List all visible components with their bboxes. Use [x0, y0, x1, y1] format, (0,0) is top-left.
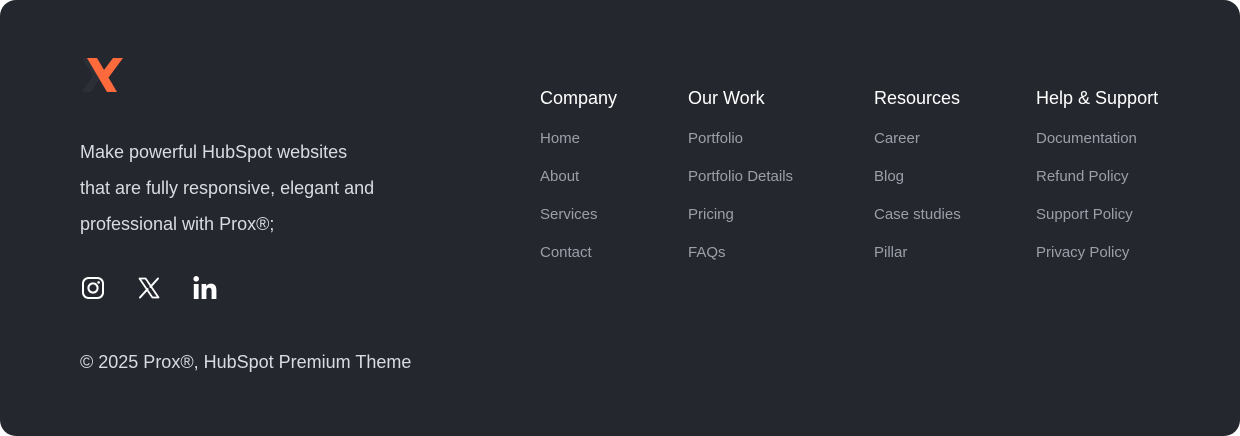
column-heading: Help & Support [1036, 88, 1159, 108]
footer-link-portfolio[interactable]: Portfolio [688, 130, 793, 168]
footer-column-company: Company Home About Services Contact [540, 86, 617, 282]
footer-link-case-studies[interactable]: Case studies [874, 206, 961, 244]
brand-tagline: Make powerful HubSpot websites that are … [80, 134, 410, 242]
instagram-icon[interactable] [80, 274, 106, 302]
tagline-line: professional with Prox®; [80, 214, 275, 234]
footer-link-about[interactable]: About [540, 168, 617, 206]
footer-link-pricing[interactable]: Pricing [688, 206, 793, 244]
copyright-text: © 2025 Prox®, HubSpot Premium Theme [80, 352, 412, 372]
social-links [80, 274, 218, 302]
tagline-line: Make powerful HubSpot websites [80, 142, 348, 162]
site-footer: Make powerful HubSpot websites that are … [0, 0, 1240, 436]
x-twitter-icon[interactable] [136, 274, 162, 302]
footer-link-services[interactable]: Services [540, 206, 617, 244]
footer-link-contact[interactable]: Contact [540, 244, 617, 282]
footer-link-documentation[interactable]: Documentation [1036, 130, 1158, 168]
column-heading: Our Work [688, 88, 765, 108]
column-heading: Resources [874, 88, 961, 108]
footer-column-our-work: Our Work Portfolio Portfolio Details Pri… [688, 86, 793, 282]
footer-link-career[interactable]: Career [874, 130, 961, 168]
footer-column-resources: Resources Career Blog Case studies Pilla… [874, 86, 961, 282]
prox-logo-icon[interactable] [80, 56, 126, 94]
footer-column-help-support: Help & Support Documentation Refund Poli… [1036, 86, 1158, 282]
footer-link-refund-policy[interactable]: Refund Policy [1036, 168, 1158, 206]
footer-link-support-policy[interactable]: Support Policy [1036, 206, 1158, 244]
column-heading: Company [540, 88, 618, 108]
tagline-line: that are fully responsive, elegant and [80, 178, 375, 198]
footer-link-faqs[interactable]: FAQs [688, 244, 793, 282]
footer-link-blog[interactable]: Blog [874, 168, 961, 206]
linkedin-icon[interactable] [192, 274, 218, 302]
footer-link-pillar[interactable]: Pillar [874, 244, 961, 282]
footer-link-portfolio-details[interactable]: Portfolio Details [688, 168, 793, 206]
footer-link-home[interactable]: Home [540, 130, 617, 168]
footer-link-privacy-policy[interactable]: Privacy Policy [1036, 244, 1158, 282]
